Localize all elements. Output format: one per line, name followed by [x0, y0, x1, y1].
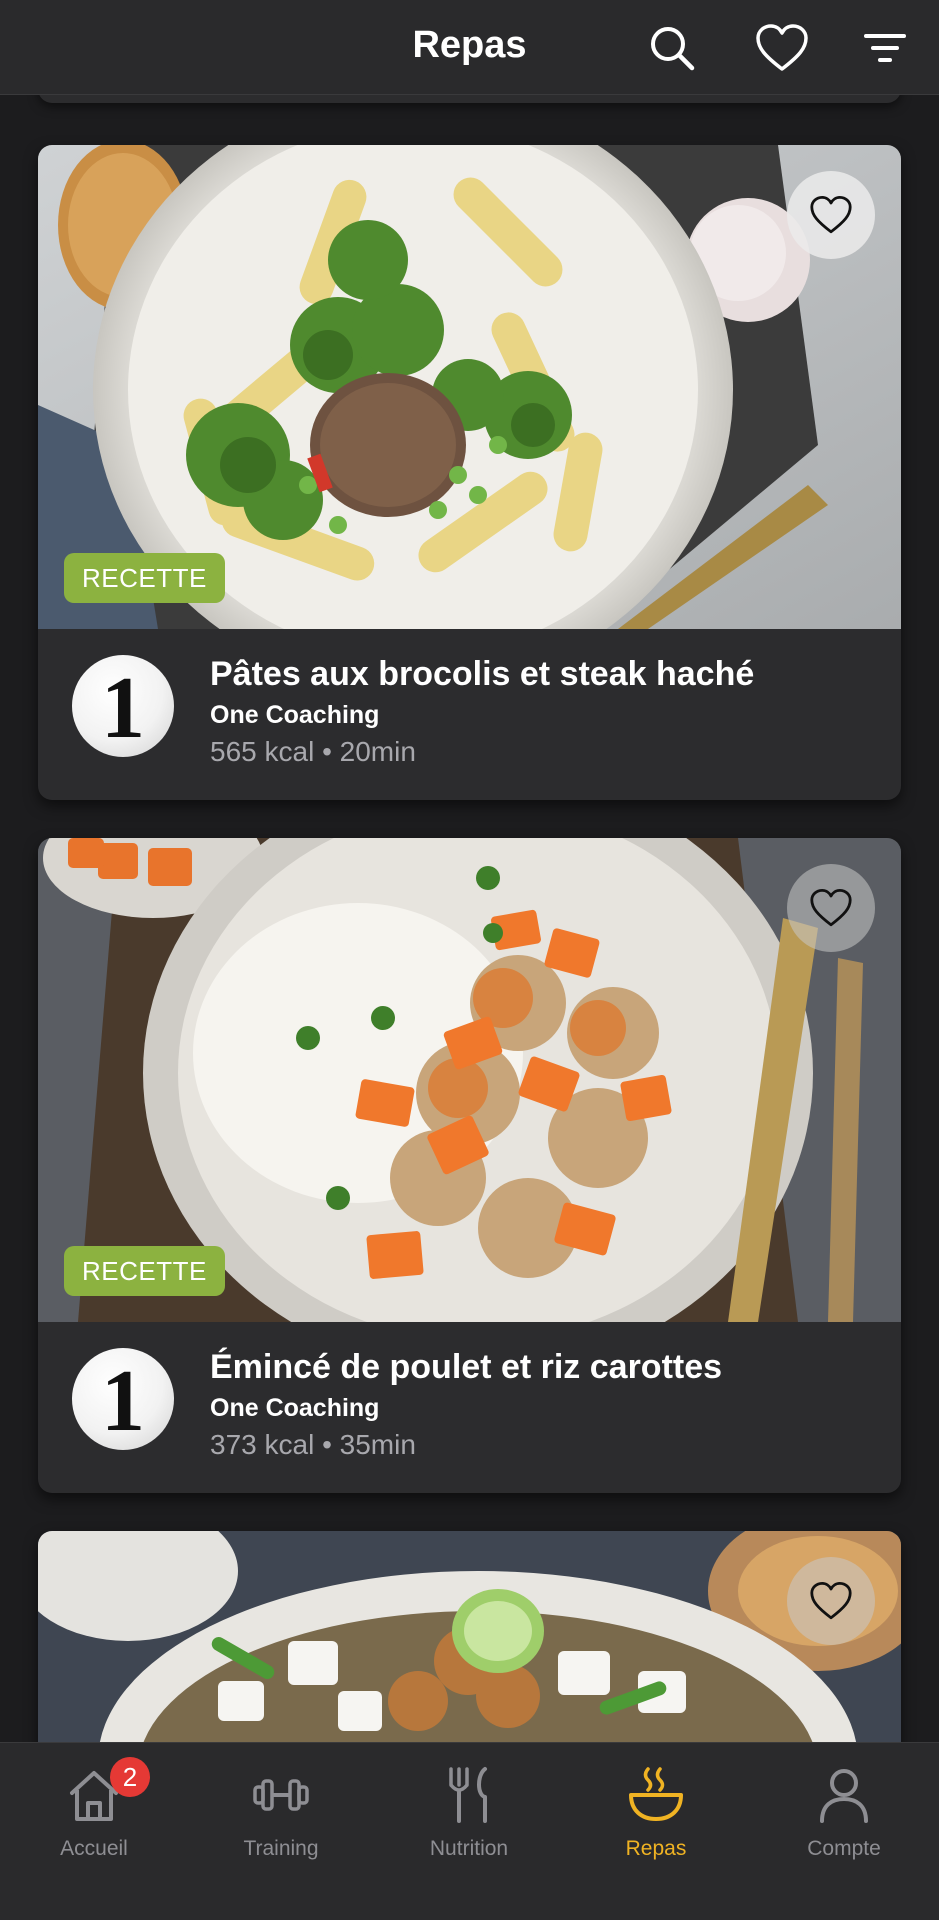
recipe-author: One Coaching — [210, 1394, 380, 1422]
recipe-tag: RECETTE — [64, 1246, 225, 1296]
search-icon — [651, 27, 695, 71]
tab-repas[interactable]: Repas — [581, 1757, 731, 1867]
heart-icon — [810, 196, 852, 234]
tab-label: Repas — [625, 1837, 687, 1860]
notification-badge: 2 — [110, 1757, 150, 1797]
recipe-tag: RECETTE — [64, 553, 225, 603]
recipe-title: Pâtes aux brocolis et steak haché — [210, 655, 755, 693]
recipe-meta: 373 kcal • 35min — [210, 1429, 416, 1460]
tab-label: Training — [243, 1837, 319, 1860]
tab-compte[interactable]: Compte — [769, 1757, 919, 1867]
heart-icon — [756, 24, 808, 71]
favorite-button[interactable] — [787, 864, 875, 952]
tab-nutrition[interactable]: Nutrition — [394, 1757, 544, 1867]
recipe-title: Émincé de poulet et riz carottes — [210, 1348, 723, 1386]
recipe-image: RECETTE — [38, 145, 901, 629]
recipe-info: 1 Émincé de poulet et riz carottes One C… — [38, 1322, 901, 1493]
search-button[interactable] — [642, 18, 702, 78]
bowl-icon — [629, 1767, 683, 1821]
recipe-author: One Coaching — [210, 701, 380, 729]
filter-icon — [864, 34, 906, 62]
recipe-info: 1 Pâtes aux brocolis et steak haché One … — [38, 629, 901, 800]
fork-knife-icon — [449, 1767, 487, 1823]
favorite-button[interactable] — [787, 1557, 875, 1645]
dumbbell-icon — [253, 1779, 309, 1811]
tab-label: Compte — [807, 1837, 881, 1860]
favorites-button[interactable] — [752, 18, 812, 78]
bottom-tab-bar: 2 Accueil Training Nutrition Repas Compt… — [0, 1742, 939, 1920]
recipe-card[interactable] — [38, 1531, 901, 1742]
heart-icon — [810, 889, 852, 927]
recipe-image: RECETTE — [38, 838, 901, 1322]
recipe-meta: 565 kcal • 20min — [210, 736, 416, 767]
tab-label: Nutrition — [429, 1837, 509, 1860]
user-icon — [820, 1769, 868, 1823]
logo-mark: 1 — [101, 660, 145, 757]
recipe-image — [38, 1531, 901, 1742]
heart-icon — [810, 1582, 852, 1620]
coach-logo: 1 — [72, 655, 174, 757]
favorite-button[interactable] — [787, 171, 875, 259]
recipe-card[interactable]: RECETTE 1 Pâtes aux brocolis et steak ha… — [38, 145, 901, 800]
coach-logo: 1 — [72, 1348, 174, 1450]
previous-card-edge — [38, 95, 901, 103]
top-bar: Repas — [0, 0, 939, 95]
recipe-card[interactable]: RECETTE 1 Émincé de poulet et riz carott… — [38, 838, 901, 1493]
tab-label: Accueil — [60, 1837, 128, 1860]
logo-mark: 1 — [101, 1353, 145, 1450]
tab-training[interactable]: Training — [206, 1757, 356, 1867]
tab-accueil[interactable]: 2 Accueil — [19, 1757, 169, 1867]
recipe-feed[interactable]: RECETTE 1 Pâtes aux brocolis et steak ha… — [0, 95, 939, 1742]
filter-button[interactable] — [855, 18, 915, 78]
